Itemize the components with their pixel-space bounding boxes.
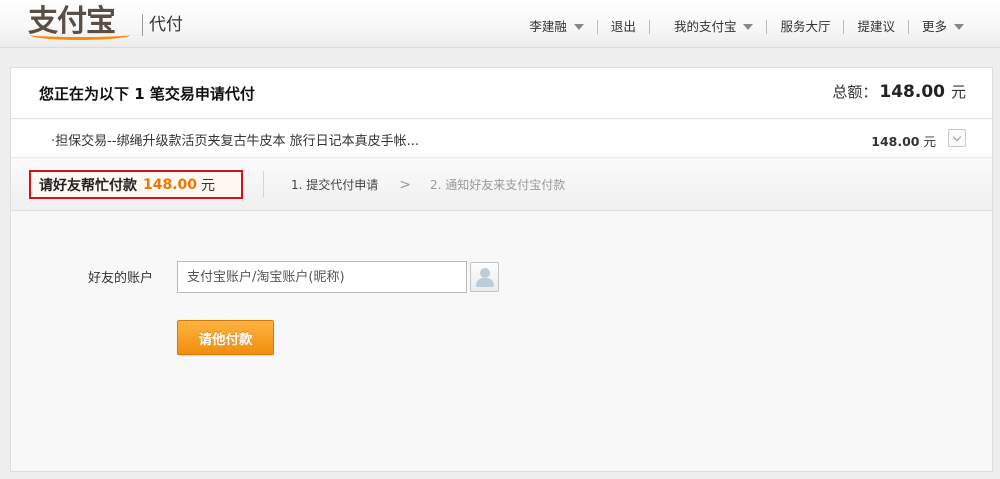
total-label: 总额：: [832, 83, 878, 101]
total-amount: 总额： 148.00 元: [832, 81, 966, 102]
order-item-name: ·担保交易--绑绳升级款活页夹复古牛皮本 旅行日记本真皮手帐...: [51, 134, 420, 149]
nav-user-label: 李建融: [529, 19, 567, 34]
nav-user-menu[interactable]: 李建融: [516, 17, 597, 37]
contact-picker-button[interactable]: [470, 262, 499, 292]
alipay-logo[interactable]: 支付宝: [28, 2, 138, 42]
total-currency: 元: [950, 83, 966, 101]
nav-feedback[interactable]: 提建议: [844, 17, 908, 37]
nav-logout[interactable]: 退出: [598, 17, 649, 37]
nav-more-label: 更多: [921, 19, 947, 34]
nav-more[interactable]: 更多: [909, 17, 964, 37]
step-divider: [263, 171, 264, 197]
logo-swoosh-icon: [30, 30, 130, 40]
order-item-price-value: 148.00: [871, 134, 920, 149]
contact-icon: [480, 268, 490, 278]
top-bar: 支付宝 代付 李建融 退出 我的支付宝 服务大厅 提建议 更多: [0, 0, 1000, 48]
nav-service-hall[interactable]: 服务大厅: [767, 17, 843, 37]
request-label: 请好友帮忙付款: [39, 177, 137, 194]
payment-panel: 您正在为以下 1 笔交易申请代付 总额： 148.00 元 ·担保交易--绑绳升…: [10, 67, 993, 472]
nav-logout-label: 退出: [610, 19, 636, 34]
brand-divider: [142, 14, 143, 36]
order-item-currency: 元: [923, 134, 936, 149]
chevron-down-icon: [573, 24, 584, 30]
total-value: 148.00: [879, 82, 945, 102]
chevron-down-icon: [954, 24, 964, 30]
nav-my-alipay[interactable]: 我的支付宝: [650, 17, 767, 37]
product-name: 代付: [149, 15, 183, 35]
request-amount: 148.00: [143, 176, 198, 193]
request-amount-box: 请好友帮忙付款 148.00 元: [29, 170, 243, 199]
order-item-row: ·担保交易--绑绳升级款活页夹复古牛皮本 旅行日记本真皮手帐... 148.00…: [11, 120, 992, 158]
chevron-down-icon: [952, 132, 962, 141]
step-2: 2. 通知好友来支付宝付款: [430, 178, 566, 192]
request-payment-button[interactable]: 请他付款: [177, 320, 274, 355]
chevron-down-icon: [743, 24, 754, 30]
friend-account-input[interactable]: [177, 261, 467, 293]
progress-steps: 1. 提交代付申请 > 2. 通知好友来支付宝付款: [291, 176, 565, 193]
order-item-price: 148.00 元: [871, 131, 936, 150]
step-arrow-icon: >: [399, 176, 411, 193]
nav-feedback-label: 提建议: [857, 19, 895, 34]
step-1: 1. 提交代付申请: [291, 178, 379, 192]
contact-icon-body: [476, 278, 494, 287]
nav-service-hall-label: 服务大厅: [780, 19, 831, 34]
expand-item-button[interactable]: [948, 129, 966, 147]
top-nav: 李建融 退出 我的支付宝 服务大厅 提建议 更多: [516, 17, 964, 37]
step-bar: 请好友帮忙付款 148.00 元 1. 提交代付申请 > 2. 通知好友来支付宝…: [11, 159, 992, 211]
request-currency: 元: [201, 177, 216, 194]
nav-my-alipay-label: 我的支付宝: [673, 19, 737, 34]
friend-account-label: 好友的账户: [88, 271, 154, 286]
summary-title: 您正在为以下 1 笔交易申请代付: [39, 85, 255, 103]
summary-header: 您正在为以下 1 笔交易申请代付 总额： 148.00 元: [11, 68, 992, 119]
